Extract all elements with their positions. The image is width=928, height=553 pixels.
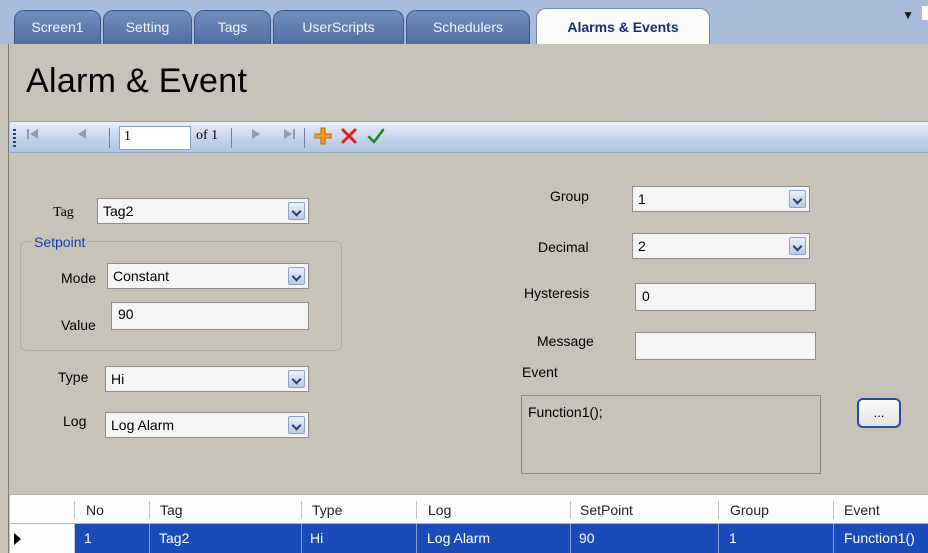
add-new-icon[interactable] xyxy=(314,127,332,154)
log-label: Log xyxy=(63,413,87,429)
column-separator xyxy=(570,501,571,519)
cell-separator xyxy=(301,524,302,553)
tab-userscripts[interactable]: UserScripts xyxy=(273,10,404,44)
decimal-label: Decimal xyxy=(538,239,589,255)
tab-close-icon[interactable] xyxy=(922,6,928,20)
column-header-tag[interactable]: Tag xyxy=(160,502,183,518)
setpoint-group xyxy=(20,241,342,351)
current-row-arrow-icon xyxy=(14,533,21,545)
value-input[interactable]: 90 xyxy=(111,302,309,330)
log-select[interactable]: Log Alarm xyxy=(105,412,309,438)
chevron-down-icon[interactable] xyxy=(789,190,806,208)
cell-tag[interactable]: Tag2 xyxy=(159,530,189,546)
column-header-event[interactable]: Event xyxy=(844,502,880,518)
tag-select-value: Tag2 xyxy=(103,203,134,219)
position-input[interactable]: 1 xyxy=(119,126,191,150)
cell-separator xyxy=(718,524,719,553)
move-first-icon[interactable] xyxy=(26,126,40,150)
toolbar-separator xyxy=(109,128,110,148)
column-header-type[interactable]: Type xyxy=(312,502,342,518)
group-select-value: 1 xyxy=(638,191,646,207)
tab-screen1[interactable]: Screen1 xyxy=(14,10,101,44)
delete-icon[interactable] xyxy=(340,127,358,154)
decimal-select[interactable]: 2 xyxy=(632,233,810,259)
tab-list-menu-icon[interactable]: ▼ xyxy=(902,8,914,22)
chevron-down-icon[interactable] xyxy=(288,416,305,434)
decimal-select-value: 2 xyxy=(638,238,646,254)
toolbar-separator xyxy=(231,128,232,148)
record-count: of 1 xyxy=(196,128,219,143)
hysteresis-label: Hysteresis xyxy=(524,285,590,301)
alarm-grid: No Tag Type Log SetPoint Group Event 1 T… xyxy=(10,494,928,553)
tab-tags[interactable]: Tags xyxy=(194,10,271,44)
cell-type[interactable]: Hi xyxy=(310,530,323,546)
cell-separator xyxy=(833,524,834,553)
column-separator xyxy=(416,501,417,519)
column-separator xyxy=(833,501,834,519)
type-select[interactable]: Hi xyxy=(105,366,309,392)
type-select-value: Hi xyxy=(111,371,125,387)
setpoint-legend: Setpoint xyxy=(32,234,88,250)
row-indicator[interactable] xyxy=(10,524,75,553)
move-previous-icon[interactable] xyxy=(76,126,88,150)
message-input[interactable] xyxy=(635,332,816,360)
toolbar-separator xyxy=(304,128,305,148)
column-header-log[interactable]: Log xyxy=(428,502,451,518)
tab-strip: Screen1 Setting Tags UserScripts Schedul… xyxy=(0,0,928,44)
record-navigator: 1 of 1 xyxy=(10,121,928,153)
cell-event[interactable]: Function1() xyxy=(844,530,915,546)
column-separator xyxy=(149,501,150,519)
group-label: Group xyxy=(550,188,589,204)
cell-separator xyxy=(416,524,417,553)
event-script-textarea[interactable]: Function1(); xyxy=(521,395,821,474)
event-browse-button[interactable]: ... xyxy=(857,398,901,428)
tag-label: Tag xyxy=(53,205,74,220)
accept-icon[interactable] xyxy=(367,127,385,154)
grid-header: No Tag Type Log SetPoint Group Event xyxy=(10,494,928,524)
mode-select-value: Constant xyxy=(113,268,170,284)
group-select[interactable]: 1 xyxy=(632,186,810,212)
move-next-icon[interactable] xyxy=(250,126,262,150)
mode-label: Mode xyxy=(61,270,97,286)
chevron-down-icon[interactable] xyxy=(789,237,806,255)
tab-schedulers[interactable]: Schedulers xyxy=(406,10,530,44)
event-label: Event xyxy=(522,364,558,380)
log-select-value: Log Alarm xyxy=(111,417,175,433)
table-row[interactable]: 1 Tag2 Hi Log Alarm 90 1 Function1() xyxy=(10,524,928,553)
page-title: Alarm & Event xyxy=(26,62,248,100)
column-header-group[interactable]: Group xyxy=(730,502,769,518)
column-header-no[interactable]: No xyxy=(86,502,104,518)
cell-separator xyxy=(149,524,150,553)
column-header-setpoint[interactable]: SetPoint xyxy=(580,502,633,518)
cell-no[interactable]: 1 xyxy=(84,530,92,546)
tab-setting[interactable]: Setting xyxy=(103,10,192,44)
column-separator xyxy=(718,501,719,519)
selected-row-cells[interactable]: 1 Tag2 Hi Log Alarm 90 1 Function1() xyxy=(75,524,928,553)
type-label: Type xyxy=(58,369,89,385)
column-separator xyxy=(74,501,75,519)
tab-alarms-events[interactable]: Alarms & Events xyxy=(536,8,710,44)
mode-select[interactable]: Constant xyxy=(107,263,309,289)
cell-separator xyxy=(570,524,571,553)
tag-select[interactable]: Tag2 xyxy=(97,198,309,224)
cell-log[interactable]: Log Alarm xyxy=(427,530,490,546)
message-label: Message xyxy=(537,333,594,349)
chevron-down-icon[interactable] xyxy=(288,202,305,220)
cell-group[interactable]: 1 xyxy=(729,530,737,546)
column-separator xyxy=(301,501,302,519)
hysteresis-input[interactable]: 0 xyxy=(635,283,816,311)
chevron-down-icon[interactable] xyxy=(288,370,305,388)
move-last-icon[interactable] xyxy=(282,126,296,150)
chevron-down-icon[interactable] xyxy=(288,267,305,285)
toolbar-grip[interactable] xyxy=(13,129,16,147)
value-label: Value xyxy=(61,317,96,333)
cell-setpoint[interactable]: 90 xyxy=(579,530,595,546)
